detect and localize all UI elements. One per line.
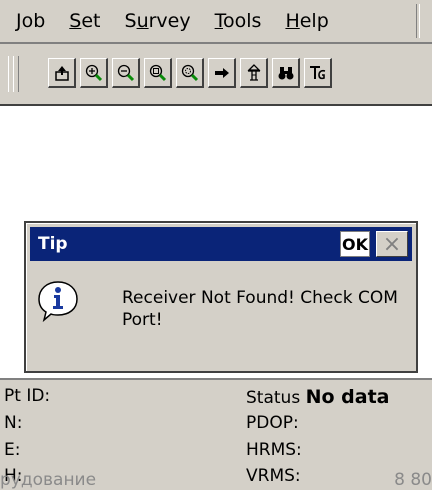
menu-tools-accel: T xyxy=(214,10,223,32)
menu-survey-first: S xyxy=(124,10,137,32)
zoom-in-icon xyxy=(85,64,102,81)
status-label: Status xyxy=(246,388,301,408)
menu-help-accel: H xyxy=(285,10,300,32)
pdop-label: PDOP: xyxy=(246,413,299,433)
watermark-right-text: 8 80 xyxy=(394,470,432,490)
dialog-title: Tip xyxy=(38,234,68,254)
zoom-out-icon xyxy=(117,64,134,81)
menu-job-rest: ob xyxy=(21,10,46,32)
menu-tools[interactable]: Tools xyxy=(205,10,276,32)
close-button[interactable]: × xyxy=(376,231,408,257)
zoom-window-icon xyxy=(149,64,166,81)
status-line: Status No data xyxy=(246,386,389,408)
menu-set[interactable]: Set xyxy=(59,10,114,32)
n-label: N: xyxy=(4,413,23,433)
tip-dialog: Tip OK × Receiver Not Found! Check COM P… xyxy=(24,221,418,373)
hrms-label: HRMS: xyxy=(246,440,302,460)
dialog-titlebar: Tip OK × xyxy=(30,227,412,261)
menu-survey-rest: rvey xyxy=(148,10,191,32)
export-button[interactable] xyxy=(48,58,76,88)
vrms-label: VRMS: xyxy=(246,466,301,486)
text-tool-button[interactable] xyxy=(304,58,332,88)
menu-items: Job Set Survey Tools Help xyxy=(6,0,343,42)
tower-button[interactable] xyxy=(240,58,268,88)
zoom-extents-button[interactable] xyxy=(176,58,204,88)
zoom-window-button[interactable] xyxy=(144,58,172,88)
arrow-right-icon xyxy=(214,67,229,78)
ok-button[interactable]: OK xyxy=(340,231,370,257)
menu-bar: Job Set Survey Tools Help xyxy=(0,0,432,44)
text-tool-icon xyxy=(309,65,325,79)
e-label: E: xyxy=(4,440,21,460)
tower-icon xyxy=(246,63,261,81)
toolbar xyxy=(0,44,432,106)
menu-set-accel: S xyxy=(69,10,82,32)
status-value: No data xyxy=(305,386,390,408)
menu-set-rest: et xyxy=(81,10,101,32)
zoom-extents-icon xyxy=(181,64,198,81)
binoculars-icon xyxy=(278,66,293,79)
pt-id-label: Pt ID: xyxy=(4,386,51,406)
menu-separator xyxy=(416,4,420,38)
arrow-right-button[interactable] xyxy=(208,58,236,88)
binoculars-button[interactable] xyxy=(272,58,300,88)
menu-help-rest: elp xyxy=(299,10,329,32)
menu-help[interactable]: Help xyxy=(275,10,342,32)
toolbar-grip-2[interactable] xyxy=(13,56,19,92)
menu-tools-rest: ools xyxy=(223,10,262,32)
dialog-message: Receiver Not Found! Check COM Port! xyxy=(122,288,398,330)
menu-survey[interactable]: Survey xyxy=(115,10,205,32)
watermark-left-text: рудование xyxy=(0,470,97,490)
zoom-in-button[interactable] xyxy=(80,58,108,88)
info-icon xyxy=(38,281,78,323)
menu-survey-accel: u xyxy=(136,10,149,32)
zoom-out-button[interactable] xyxy=(112,58,140,88)
export-icon xyxy=(54,65,69,81)
menu-job[interactable]: Job xyxy=(6,10,59,32)
